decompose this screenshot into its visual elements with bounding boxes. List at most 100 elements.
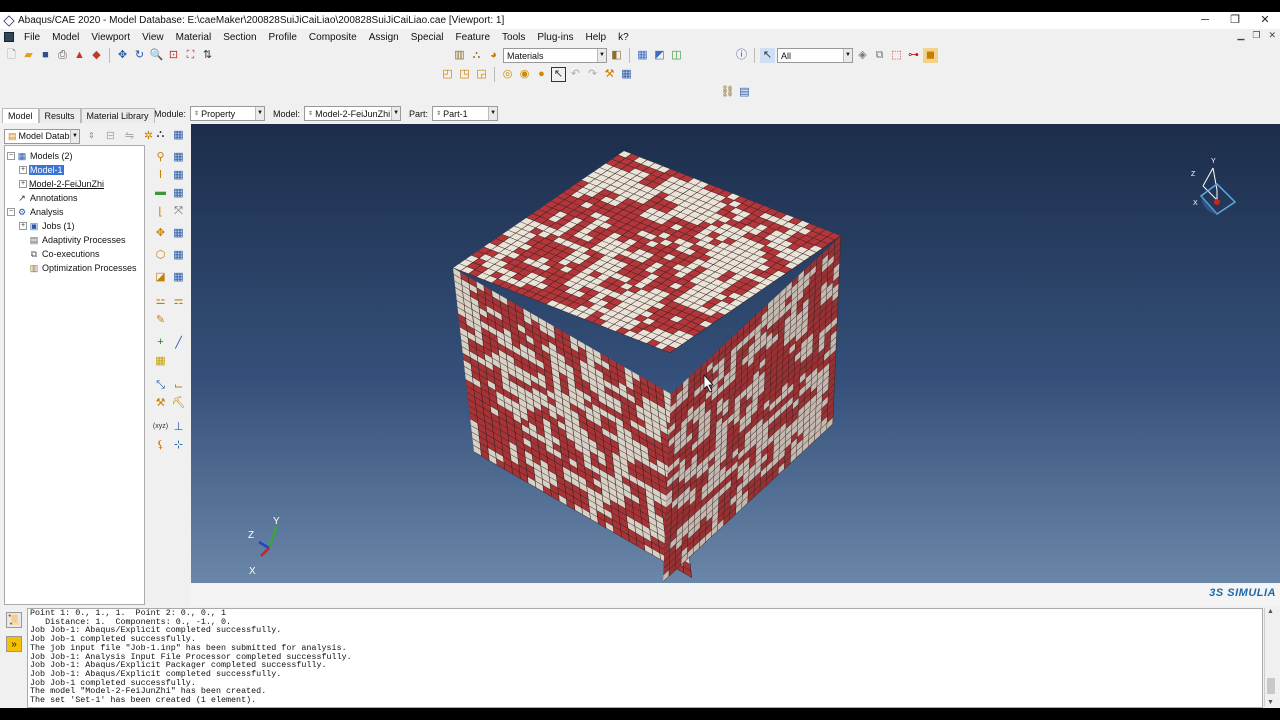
minimize-button[interactable]: ─: [1190, 12, 1220, 29]
datum-sketch-icon[interactable]: ⚸: [152, 436, 169, 452]
menu-special[interactable]: Special: [405, 32, 450, 43]
message-area-icon[interactable]: 📜: [6, 612, 22, 628]
mdi-close-icon[interactable]: ✕: [1268, 30, 1276, 41]
wireframe-icon[interactable]: ◎: [500, 67, 515, 82]
scroll-down-icon[interactable]: ▼: [1265, 699, 1276, 706]
orientation-manager-icon[interactable]: ▦: [170, 224, 187, 240]
menu-file[interactable]: File: [18, 32, 46, 43]
menu-composite[interactable]: Composite: [303, 32, 363, 43]
perspective-icon[interactable]: ↖: [551, 67, 566, 82]
menu-profile[interactable]: Profile: [263, 32, 303, 43]
virtual-topology-icon[interactable]: ⛏: [170, 394, 187, 410]
tree-node[interactable]: + Model-1: [19, 163, 64, 176]
tab-results[interactable]: Results: [38, 108, 81, 123]
tree-node[interactable]: ▤ Adaptivity Processes: [19, 233, 126, 246]
partition-icon[interactable]: ▦: [152, 352, 169, 368]
redo-icon[interactable]: ↷: [585, 67, 600, 82]
open-file-icon[interactable]: ▰: [21, 48, 36, 63]
selection-mode-icon[interactable]: ◼: [923, 48, 938, 63]
tree-up-down-icon[interactable]: ⇕: [84, 129, 99, 144]
menu-viewport[interactable]: Viewport: [85, 32, 136, 43]
material-manager-icon[interactable]: ▦: [170, 126, 187, 142]
kernel-command-line-icon[interactable]: »: [6, 636, 22, 652]
select-from-viewport-icon[interactable]: ◈: [855, 48, 870, 63]
skin-manager-icon[interactable]: ▦: [170, 268, 187, 284]
assign-section-icon[interactable]: ▬: [152, 184, 169, 200]
viewport[interactable]: Y Z X Y Z X: [191, 124, 1280, 583]
hidden-line-icon[interactable]: ◉: [517, 67, 532, 82]
expand-icon[interactable]: +: [19, 221, 27, 230]
tab-model[interactable]: Model: [2, 108, 39, 123]
tree-node[interactable]: + ▣ Jobs (1): [19, 219, 75, 232]
query-icon[interactable]: ▥: [452, 48, 467, 63]
scroll-up-icon[interactable]: ▲: [1265, 608, 1276, 615]
expand-icon[interactable]: +: [19, 179, 27, 188]
scroll-thumb[interactable]: [1267, 678, 1275, 694]
hidden-render-icon[interactable]: ◫: [669, 48, 684, 63]
color-code-combo[interactable]: Materials ▼: [503, 48, 607, 63]
menu-feature[interactable]: Feature: [450, 32, 496, 43]
message-scrollbar[interactable]: ▲ ▼: [1264, 608, 1276, 706]
create-section-icon[interactable]: ⚲: [152, 148, 169, 164]
table-icon[interactable]: ▦: [619, 67, 634, 82]
create-material-icon[interactable]: ⛬: [152, 126, 169, 142]
drag-shape-icon[interactable]: ⬚: [889, 48, 904, 63]
part-combo[interactable]: ⇕ Part-1 ▼: [432, 106, 499, 121]
selection-options-icon[interactable]: ⊶: [906, 48, 921, 63]
datum-csys-icon[interactable]: (xyz): [152, 418, 169, 434]
zoom-icon[interactable]: 🔍: [149, 48, 164, 63]
front-view-icon[interactable]: ◰: [440, 67, 455, 82]
datum-triad-icon[interactable]: ⊹: [170, 436, 187, 452]
print-icon[interactable]: ⎙: [55, 48, 70, 63]
tree-node[interactable]: − ⚙ Analysis: [7, 205, 64, 218]
collapse-icon[interactable]: −: [7, 151, 15, 160]
section-manager-icon[interactable]: ▦: [170, 148, 187, 164]
model-database-combo[interactable]: ▤ Model Database ▼: [4, 128, 80, 144]
datum-plane-icon[interactable]: ⊥: [170, 418, 187, 434]
cycle-views-icon[interactable]: ⇅: [200, 48, 215, 63]
profile-manager-icon[interactable]: ▦: [170, 166, 187, 182]
select-arrow-icon[interactable]: ↖: [760, 48, 775, 63]
menu-material[interactable]: Material: [170, 32, 218, 43]
shaded-icon[interactable]: ●: [534, 67, 549, 82]
section-icon[interactable]: ⛬: [469, 48, 484, 63]
odb-icon[interactable]: ▲: [72, 48, 87, 63]
restore-button[interactable]: ❐: [1220, 12, 1250, 29]
menu-assign[interactable]: Assign: [363, 32, 405, 43]
composite-manager-icon[interactable]: ▦: [170, 246, 187, 262]
rotate-icon[interactable]: ↻: [132, 48, 147, 63]
mesh-render-icon[interactable]: ▦: [635, 48, 650, 63]
color-options-icon[interactable]: ◧: [609, 48, 624, 63]
module-combo[interactable]: ⇕ Property ▼: [190, 106, 266, 121]
tree-filter-icon[interactable]: ⇋: [122, 129, 137, 144]
selection-filter-combo[interactable]: All ▼: [777, 48, 853, 63]
assign-beam-orientation-icon[interactable]: ⌊: [152, 203, 169, 219]
create-composite-layup-icon[interactable]: ⬡: [152, 246, 169, 262]
tree-node[interactable]: + Model-2-FeiJunZhi: [19, 177, 104, 190]
save-icon[interactable]: ■: [38, 48, 53, 63]
close-button[interactable]: ✕: [1250, 12, 1280, 29]
section-assignment-manager-icon[interactable]: ▦: [170, 184, 187, 200]
part-instance-icon[interactable]: ⛓: [720, 85, 735, 100]
new-file-icon[interactable]: 🗋: [4, 48, 19, 63]
menu-view[interactable]: View: [136, 32, 170, 43]
auto-fit-icon[interactable]: ⛶: [183, 48, 198, 63]
model-combo[interactable]: ⇕ Model-2-FeiJunZhi ▼: [304, 106, 402, 121]
tab-material-library[interactable]: Material Library: [80, 108, 155, 123]
menu-tools[interactable]: Tools: [496, 32, 531, 43]
menu-model[interactable]: Model: [46, 32, 85, 43]
create-skin-icon[interactable]: ◪: [152, 268, 169, 284]
mdi-restore-icon[interactable]: ❐: [1252, 30, 1260, 41]
color-code-icon[interactable]: ◕: [486, 48, 501, 63]
create-inertia-icon[interactable]: ⚍: [152, 292, 169, 308]
tree-node[interactable]: ⧉ Co-executions: [19, 247, 100, 260]
tree-collapse-icon[interactable]: ⊟: [103, 129, 118, 144]
menu-plugins[interactable]: Plug-ins: [531, 32, 579, 43]
shaded-render-icon[interactable]: ◩: [652, 48, 667, 63]
repair-icon[interactable]: ⚒: [152, 394, 169, 410]
document-icon[interactable]: [4, 32, 14, 42]
iso-view-icon[interactable]: ◲: [474, 67, 489, 82]
expand-icon[interactable]: +: [19, 165, 27, 174]
info-icon[interactable]: ⓘ: [734, 48, 749, 63]
pan-icon[interactable]: ✥: [115, 48, 130, 63]
